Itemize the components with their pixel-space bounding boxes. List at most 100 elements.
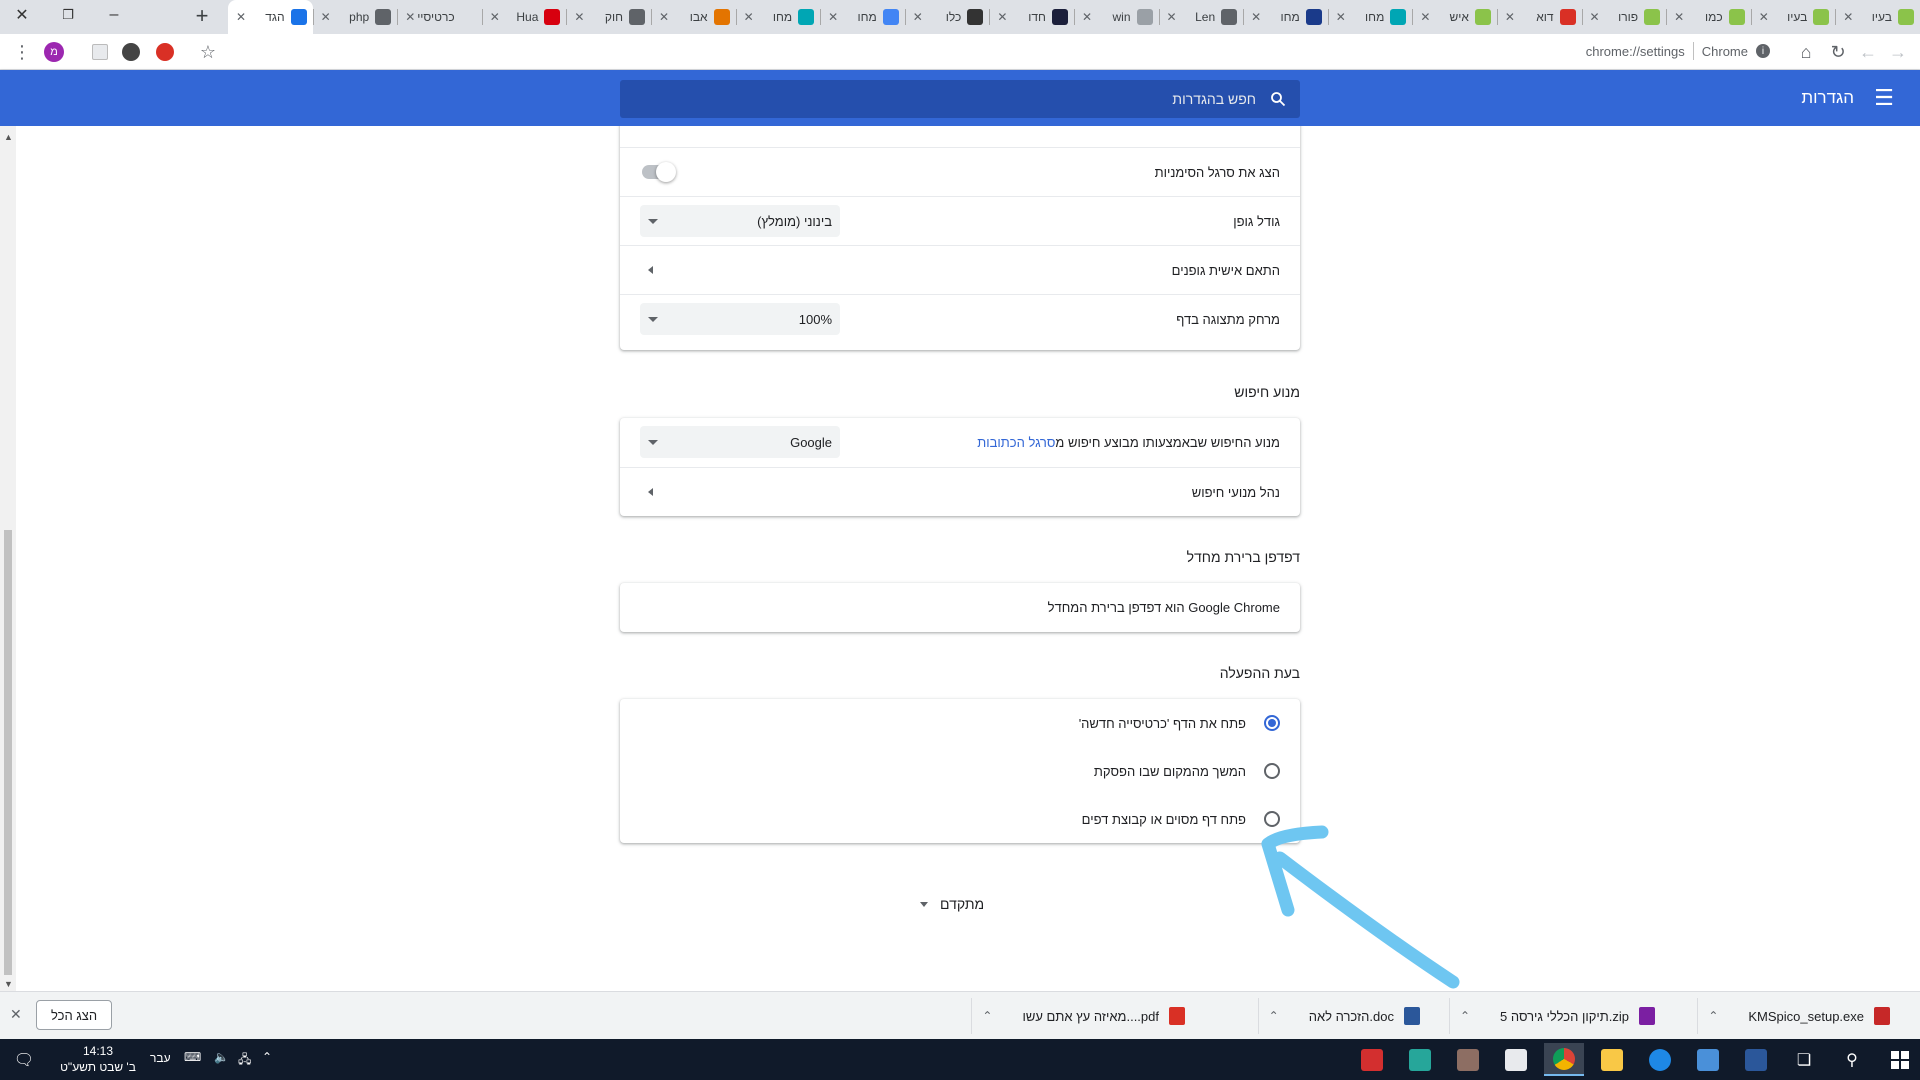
browser-tab[interactable]: איש ✕ — [1412, 0, 1497, 34]
search-engine-select[interactable]: Google — [640, 426, 840, 458]
browser-tab[interactable]: Hua ✕ — [481, 0, 567, 34]
edge-app-icon[interactable] — [1640, 1043, 1680, 1076]
profile-avatar[interactable]: מ — [44, 42, 64, 62]
tab-close-icon[interactable]: ✕ — [405, 10, 417, 24]
scrollbar[interactable]: ▲ ▼ — [0, 126, 16, 991]
chrome-app-icon[interactable] — [1544, 1043, 1584, 1076]
browser-tab[interactable]: מחו ✕ — [1243, 0, 1328, 34]
advanced-toggle[interactable]: מתקדם — [920, 896, 984, 912]
search-input[interactable]: חפש בהגדרות — [1172, 91, 1268, 107]
browser-tab[interactable]: מחו ✕ — [820, 0, 905, 34]
tab-close-icon[interactable]: ✕ — [1336, 10, 1348, 24]
settings-search[interactable]: חפש בהגדרות — [620, 80, 1300, 118]
word-app-icon[interactable] — [1736, 1043, 1776, 1076]
omnibox[interactable]: chrome://settings Chrome i — [1586, 42, 1770, 60]
browser-tab[interactable]: Len ✕ — [1158, 0, 1244, 34]
extension-icon[interactable] — [92, 44, 108, 60]
radio-button[interactable] — [1264, 715, 1280, 731]
browser-tab[interactable]: הגד ✕ — [228, 0, 313, 34]
chevron-up-icon[interactable]: ⌃ — [1708, 1009, 1718, 1023]
task-view-icon[interactable]: ❏ — [1784, 1043, 1824, 1076]
app-icon[interactable] — [1400, 1043, 1440, 1076]
tab-close-icon[interactable]: ✕ — [490, 10, 502, 24]
chevron-up-icon[interactable]: ⌃ — [1269, 1009, 1279, 1023]
browser-tab[interactable]: win ✕ — [1073, 0, 1159, 34]
tab-close-icon[interactable]: ✕ — [236, 10, 248, 24]
tab-close-icon[interactable]: ✕ — [913, 10, 925, 24]
extension-icon[interactable] — [122, 43, 140, 61]
menu-dots-icon[interactable]: ⋮ — [10, 40, 34, 64]
browser-tab[interactable]: דוא ✕ — [1496, 0, 1582, 34]
radio-button[interactable] — [1264, 763, 1280, 779]
browser-tab[interactable]: בעיו ✕ — [1835, 0, 1920, 34]
tab-close-icon[interactable]: ✕ — [1505, 10, 1517, 24]
tab-close-icon[interactable]: ✕ — [1843, 10, 1855, 24]
tab-close-icon[interactable]: ✕ — [1167, 10, 1179, 24]
tab-close-icon[interactable]: ✕ — [1420, 10, 1432, 24]
url-text[interactable]: chrome://settings — [1586, 44, 1685, 59]
keyboard-icon[interactable]: ⌨ — [184, 1050, 201, 1064]
notifications-icon[interactable]: 🗨 — [10, 1043, 38, 1076]
download-item[interactable]: תיקון הכללי גירסה 5.zip ⌃ — [1448, 998, 1665, 1034]
chevron-up-icon[interactable]: ⌃ — [1460, 1009, 1470, 1023]
browser-tab[interactable]: כמו ✕ — [1666, 0, 1751, 34]
site-info-icon[interactable]: i — [1756, 44, 1770, 58]
reload-icon[interactable]: ↻ — [1826, 40, 1850, 64]
show-all-downloads-button[interactable]: הצג הכל — [36, 1000, 113, 1030]
back-icon[interactable]: → — [1886, 40, 1910, 64]
tab-close-icon[interactable]: ✕ — [1251, 10, 1263, 24]
close-window-icon[interactable]: ✕ — [0, 0, 44, 30]
adblock-icon[interactable] — [156, 43, 174, 61]
app-icon[interactable] — [1496, 1043, 1536, 1076]
download-item[interactable]: KMSpico_setup.exe ⌃ — [1697, 998, 1900, 1034]
forward-icon[interactable]: ← — [1856, 40, 1880, 64]
tab-close-icon[interactable]: ✕ — [744, 10, 756, 24]
browser-tab[interactable]: בעיו ✕ — [1750, 0, 1836, 34]
bookmarks-bar-row[interactable]: הצג את סרגל הסימניות — [620, 147, 1300, 196]
network-icon[interactable]: 🖧 — [238, 1050, 251, 1071]
tab-close-icon[interactable]: ✕ — [659, 10, 671, 24]
close-downloads-bar-icon[interactable]: ✕ — [10, 1006, 22, 1023]
address-bar-link[interactable]: סרגל הכתובות — [977, 435, 1055, 450]
browser-tab[interactable]: פורו ✕ — [1581, 0, 1667, 34]
page-zoom-select[interactable]: 100% — [640, 303, 840, 335]
scroll-up-icon[interactable]: ▲ — [4, 132, 13, 142]
download-item[interactable]: הזכרה לאה.doc ⌃ — [1257, 998, 1430, 1034]
search-icon[interactable]: ⚲ — [1832, 1043, 1872, 1076]
bookmark-star-icon[interactable]: ☆ — [196, 40, 220, 64]
restore-window-icon[interactable]: ❐ — [46, 0, 90, 30]
font-size-select[interactable]: בינוני (מומלץ) — [640, 205, 840, 237]
startup-option[interactable]: פתח דף מסוים או קבוצת דפים — [620, 795, 1300, 843]
tab-close-icon[interactable]: ✕ — [1590, 10, 1602, 24]
tab-close-icon[interactable]: ✕ — [1759, 10, 1771, 24]
chevron-up-icon[interactable]: ⌃ — [982, 1009, 992, 1023]
app-icon[interactable] — [1448, 1043, 1488, 1076]
browser-tab[interactable]: מחו ✕ — [1327, 0, 1413, 34]
manage-search-engines-row[interactable]: נהל מנועי חיפוש — [620, 467, 1300, 516]
home-icon[interactable]: ⌂ — [1794, 40, 1818, 64]
windows-start-icon[interactable] — [1880, 1043, 1920, 1076]
file-explorer-icon[interactable] — [1592, 1043, 1632, 1076]
volume-icon[interactable]: 🔈 — [214, 1050, 229, 1064]
download-item[interactable]: מאיזה עץ אתם עשו....pdf ⌃ — [971, 998, 1195, 1034]
language-indicator[interactable]: עבר — [150, 1051, 171, 1065]
browser-tab[interactable]: חוק ✕ — [566, 0, 651, 34]
app-icon[interactable] — [1688, 1043, 1728, 1076]
minimize-window-icon[interactable]: – — [92, 0, 136, 30]
bookmarks-bar-toggle[interactable] — [642, 162, 676, 182]
tab-close-icon[interactable]: ✕ — [1082, 10, 1094, 24]
browser-tab[interactable]: מחו ✕ — [735, 0, 821, 34]
browser-tab[interactable]: כלו ✕ — [904, 0, 990, 34]
scrollbar-thumb[interactable] — [4, 530, 12, 975]
tab-close-icon[interactable]: ✕ — [321, 10, 333, 24]
tab-close-icon[interactable]: ✕ — [574, 10, 586, 24]
startup-option[interactable]: המשך מהמקום שבו הפסקת — [620, 747, 1300, 795]
new-tab-button[interactable]: + — [190, 3, 214, 28]
show-hidden-icons[interactable]: ⌃ — [262, 1050, 272, 1064]
hamburger-menu-icon[interactable]: ☰ — [1872, 85, 1896, 110]
browser-tab[interactable]: כרטיסיי ✕ — [397, 0, 482, 34]
browser-tab[interactable]: חדו ✕ — [989, 0, 1074, 34]
browser-tab[interactable]: php ✕ — [312, 0, 398, 34]
browser-tab[interactable]: אבו ✕ — [650, 0, 736, 34]
clock[interactable]: 14:13 ב' שבט תשע"ט — [58, 1043, 138, 1075]
